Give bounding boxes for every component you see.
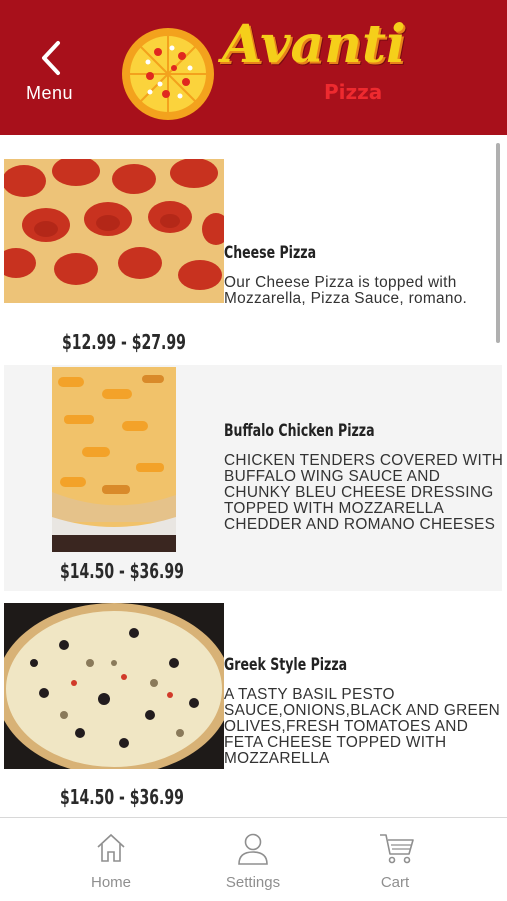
scrollbar[interactable] xyxy=(496,143,500,343)
tab-home-label: Home xyxy=(90,874,131,891)
list-item[interactable]: Buffalo Chicken Pizza CHICKEN TENDERS CO… xyxy=(4,365,503,591)
item-title: Buffalo Chicken Pizza xyxy=(224,421,375,441)
tab-settings-label: Settings xyxy=(225,874,281,891)
tab-home[interactable]: Home xyxy=(56,818,166,901)
cheese-pizza-image xyxy=(4,159,224,303)
chevron-left-icon xyxy=(42,41,60,75)
user-icon xyxy=(238,833,268,865)
back-button[interactable]: Menu xyxy=(22,38,86,108)
tab-bar: Home Settings Cart xyxy=(0,817,507,901)
tab-cart-label: Cart xyxy=(380,874,410,891)
item-description: CHICKEN TENDERS COVERED WITH BUFFALO WIN… xyxy=(224,452,504,533)
item-title: Cheese Pizza xyxy=(224,243,317,263)
tab-cart[interactable]: Cart xyxy=(340,818,450,901)
tab-settings[interactable]: Settings xyxy=(198,818,308,901)
item-description: A TASTY BASIL PESTO SAUCE,ONIONS,BLACK A… xyxy=(224,686,501,767)
pizza-logo-icon xyxy=(122,28,214,120)
list-item[interactable]: Greek Style Pizza A TASTY BASIL PESTO SA… xyxy=(4,597,502,817)
item-title: Greek Style Pizza xyxy=(224,655,348,675)
list-item[interactable]: Cheese Pizza Our Cheese Pizza is topped … xyxy=(4,153,502,365)
brand-logo-text: Avanti xyxy=(222,14,406,75)
greek-style-pizza-image xyxy=(4,603,224,769)
cart-icon xyxy=(380,834,414,864)
item-description: Our Cheese Pizza is topped with Mozzarel… xyxy=(224,274,468,307)
item-price: $14.50 - $36.99 xyxy=(60,785,184,809)
app-header: Menu Avanti Pizza xyxy=(0,0,507,135)
menu-list[interactable]: Cheese Pizza Our Cheese Pizza is topped … xyxy=(0,135,507,817)
item-price: $14.50 - $36.99 xyxy=(60,559,184,583)
home-icon xyxy=(97,833,125,862)
buffalo-chicken-pizza-image xyxy=(52,367,176,552)
brand-logo-subtext: Pizza xyxy=(324,80,383,104)
item-price: $12.99 - $27.99 xyxy=(62,330,186,354)
back-label: Menu xyxy=(26,83,74,103)
